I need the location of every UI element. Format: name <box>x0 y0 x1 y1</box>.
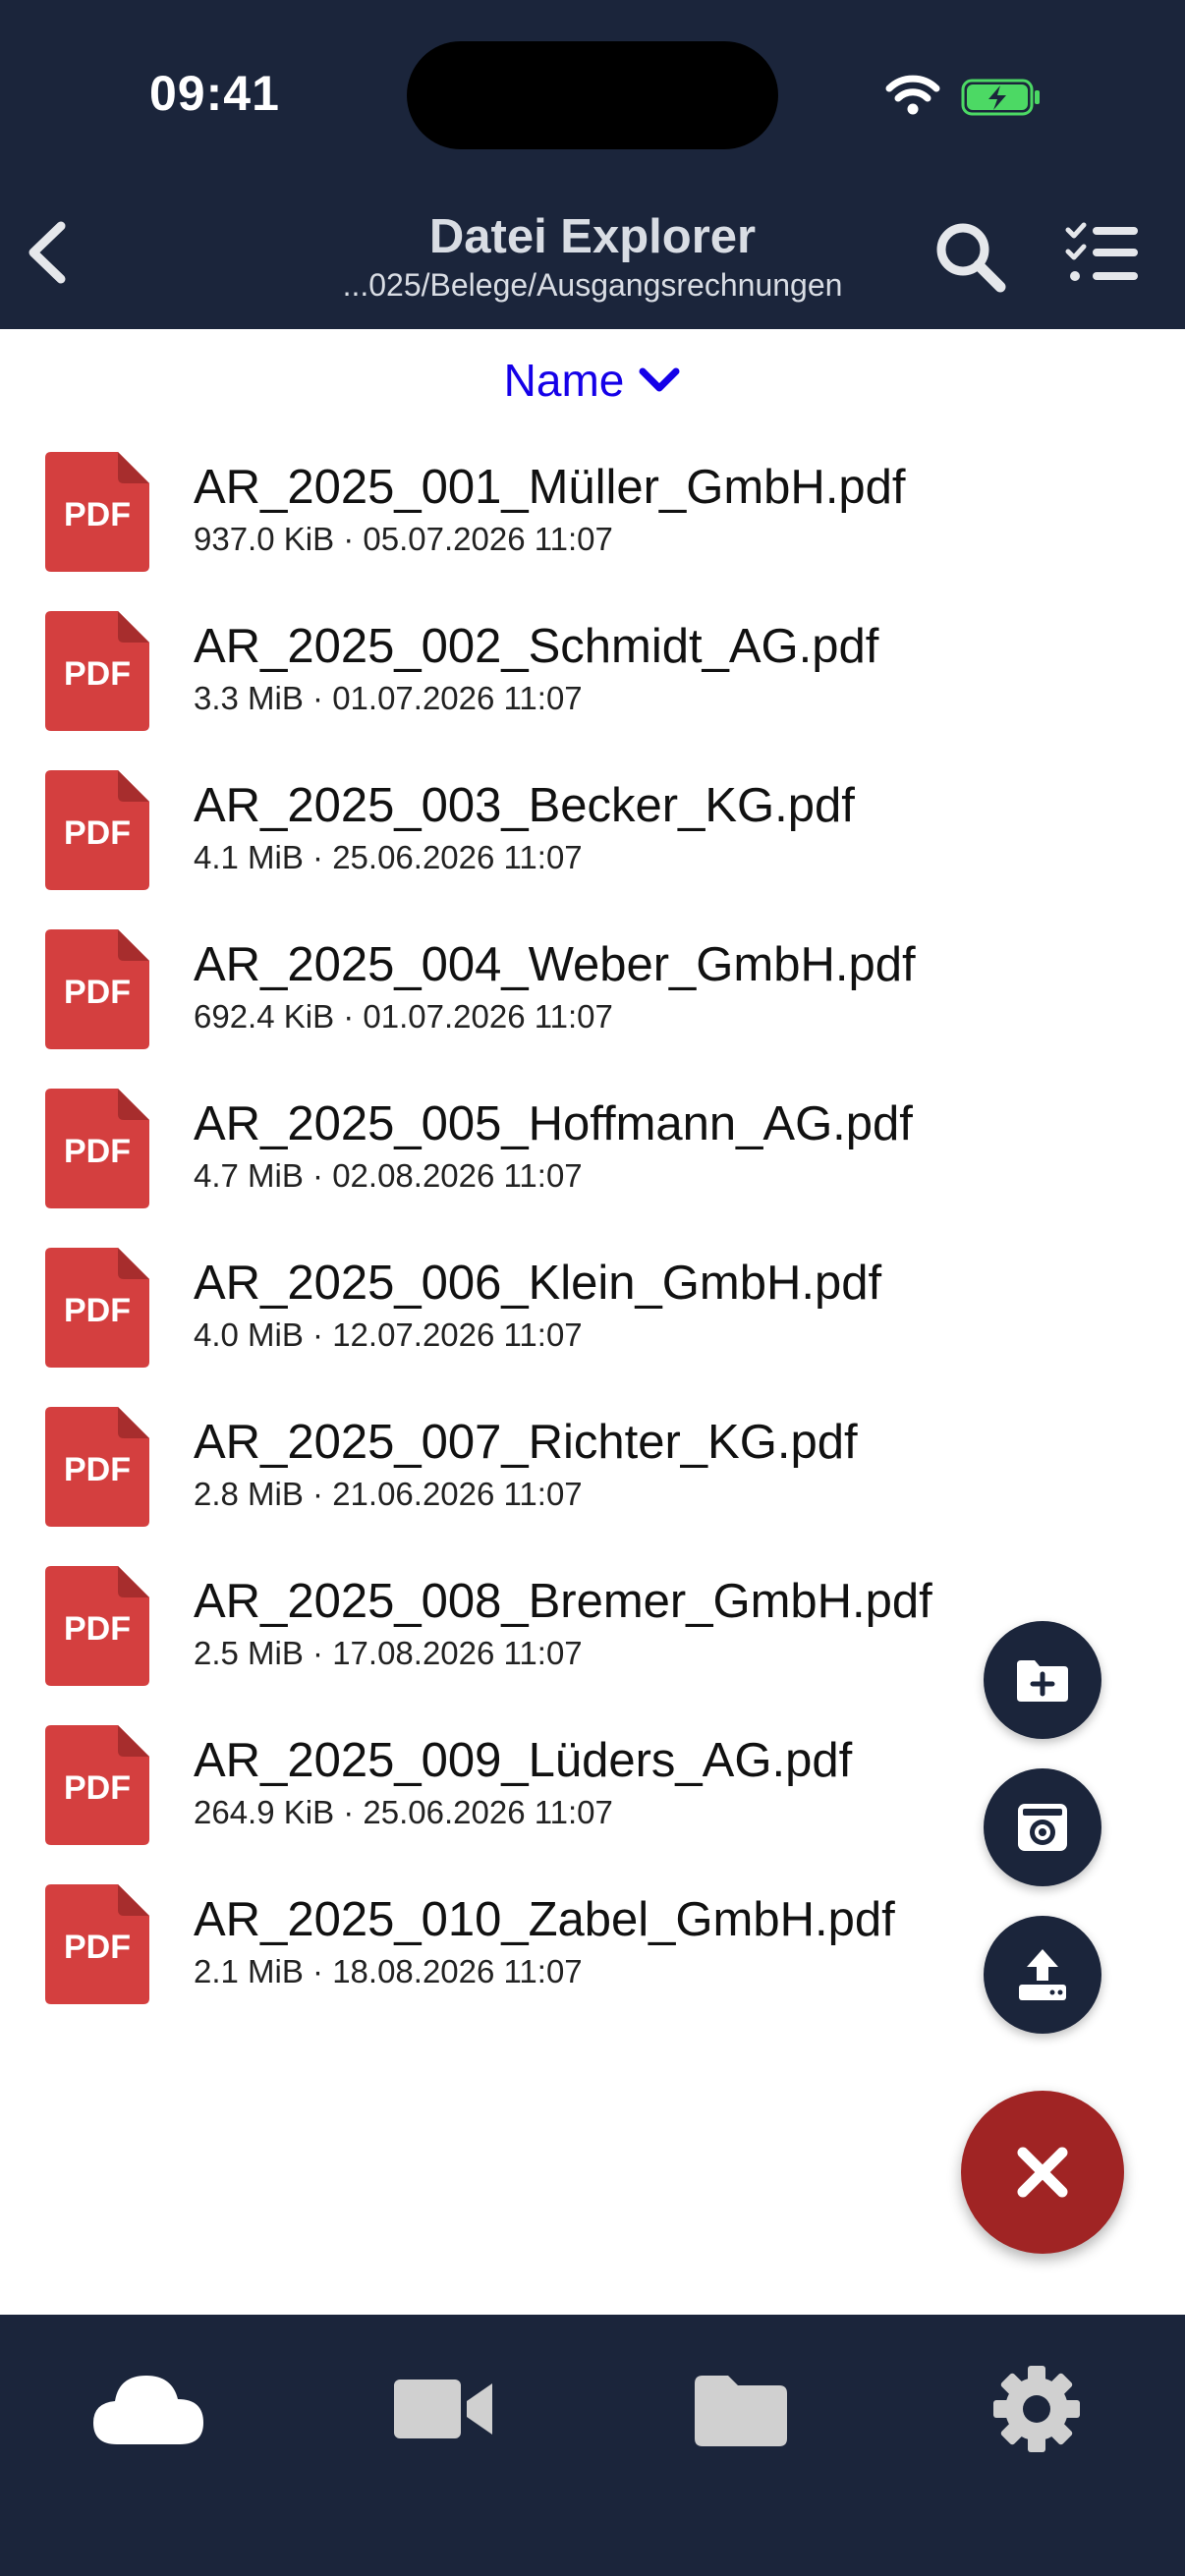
screen: 09:41 Datei Explorer ...025/Belege/Ausga… <box>0 0 1185 2576</box>
camera-icon <box>1018 1804 1067 1851</box>
upload-icon <box>1019 1949 1066 2000</box>
app-header: 09:41 Datei Explorer ...025/Belege/Ausga… <box>0 0 1185 329</box>
file-name: AR_2025_007_Richter_KG.pdf <box>194 1416 858 1469</box>
pdf-file-icon: PDF <box>45 611 149 731</box>
nav-settings[interactable] <box>963 2350 1110 2468</box>
nav-cloud[interactable] <box>75 2350 222 2468</box>
file-meta: 264.9 KiB · 25.06.2026 11:07 <box>194 1794 613 1830</box>
file-row[interactable]: PDF AR_2025_004_Weber_GmbH.pdf 692.4 KiB ·… <box>0 922 1185 1081</box>
file-name: AR_2025_010_Zabel_GmbH.pdf <box>194 1893 895 1946</box>
pdf-icon-label: PDF <box>64 1133 131 1170</box>
file-name: AR_2025_008_Bremer_GmbH.pdf <box>194 1575 932 1628</box>
file-meta: 4.0 MiB · 12.07.2026 11:07 <box>194 1316 583 1353</box>
sort-selector[interactable]: Name <box>0 349 1185 412</box>
sort-label: Name <box>503 355 625 406</box>
select-mode-button[interactable] <box>1065 222 1140 285</box>
file-name: AR_2025_009_Lüders_AG.pdf <box>194 1734 853 1787</box>
file-meta: 2.5 MiB · 17.08.2026 11:07 <box>194 1635 583 1671</box>
nav-video[interactable] <box>369 2350 517 2468</box>
search-icon <box>936 223 1006 293</box>
video-camera-icon <box>394 2380 492 2438</box>
file-row[interactable]: PDF AR_2025_003_Becker_KG.pdf 4.1 MiB · 25… <box>0 762 1185 922</box>
file-meta: 3.3 MiB · 01.07.2026 11:07 <box>194 680 583 716</box>
file-name: AR_2025_002_Schmidt_AG.pdf <box>194 620 879 673</box>
gear-icon <box>993 2366 1080 2452</box>
dynamic-island <box>407 41 778 149</box>
pdf-icon-label: PDF <box>64 496 131 533</box>
status-time: 09:41 <box>149 66 280 121</box>
pdf-icon-label: PDF <box>64 1929 131 1966</box>
pdf-file-icon: PDF <box>45 770 149 890</box>
new-folder-icon <box>1017 1660 1068 1702</box>
file-name: AR_2025_003_Becker_KG.pdf <box>194 779 855 832</box>
file-meta: 4.7 MiB · 02.08.2026 11:07 <box>194 1157 583 1194</box>
file-row[interactable]: PDF AR_2025_002_Schmidt_AG.pdf 3.3 MiB · 0… <box>0 603 1185 762</box>
pdf-icon-label: PDF <box>64 1292 131 1329</box>
close-icon <box>1017 2147 1068 2198</box>
file-name: AR_2025_004_Weber_GmbH.pdf <box>194 938 916 991</box>
file-meta: 2.8 MiB · 21.06.2026 11:07 <box>194 1476 583 1512</box>
pdf-file-icon: PDF <box>45 452 149 572</box>
file-meta: 4.1 MiB · 25.06.2026 11:07 <box>194 839 583 875</box>
pdf-icon-label: PDF <box>64 655 131 693</box>
wifi-icon <box>885 75 940 115</box>
file-row[interactable]: PDF AR_2025_007_Richter_KG.pdf 2.8 MiB · 2… <box>0 1399 1185 1558</box>
checklist-icon <box>1065 222 1138 281</box>
pdf-file-icon: PDF <box>45 929 149 1049</box>
battery-icon <box>961 79 1040 116</box>
file-meta: 692.4 KiB · 01.07.2026 11:07 <box>194 998 613 1035</box>
nav-files[interactable] <box>666 2350 814 2468</box>
search-button[interactable] <box>931 218 1008 295</box>
pdf-icon-label: PDF <box>64 974 131 1011</box>
pdf-file-icon: PDF <box>45 1248 149 1368</box>
file-name: AR_2025_005_Hoffmann_AG.pdf <box>194 1097 913 1150</box>
pdf-icon-label: PDF <box>64 1451 131 1488</box>
file-row[interactable]: PDF AR_2025_001_Müller_GmbH.pdf 937.0 KiB … <box>0 444 1185 603</box>
file-meta: 937.0 KiB · 05.07.2026 11:07 <box>194 521 613 557</box>
cloud-icon <box>93 2376 203 2444</box>
file-row[interactable]: PDF AR_2025_006_Klein_GmbH.pdf 4.0 MiB · 1… <box>0 1240 1185 1399</box>
bottom-nav <box>0 2315 1185 2576</box>
pdf-file-icon: PDF <box>45 1089 149 1208</box>
pdf-icon-label: PDF <box>64 1769 131 1807</box>
folder-icon <box>695 2376 787 2446</box>
file-name: AR_2025_006_Klein_GmbH.pdf <box>194 1257 882 1310</box>
pdf-icon-label: PDF <box>64 814 131 852</box>
upload-button[interactable] <box>984 1916 1101 2034</box>
pdf-file-icon: PDF <box>45 1566 149 1686</box>
chevron-down-icon <box>639 367 680 392</box>
camera-button[interactable] <box>984 1768 1101 1886</box>
file-name: AR_2025_001_Müller_GmbH.pdf <box>194 461 906 514</box>
file-meta: 2.1 MiB · 18.08.2026 11:07 <box>194 1953 583 1989</box>
file-row[interactable]: PDF AR_2025_005_Hoffmann_AG.pdf 4.7 MiB · … <box>0 1081 1185 1240</box>
pdf-icon-label: PDF <box>64 1610 131 1648</box>
new-folder-button[interactable] <box>984 1621 1101 1739</box>
pdf-file-icon: PDF <box>45 1884 149 2004</box>
pdf-file-icon: PDF <box>45 1407 149 1527</box>
pdf-file-icon: PDF <box>45 1725 149 1845</box>
close-menu-button[interactable] <box>961 2091 1124 2254</box>
